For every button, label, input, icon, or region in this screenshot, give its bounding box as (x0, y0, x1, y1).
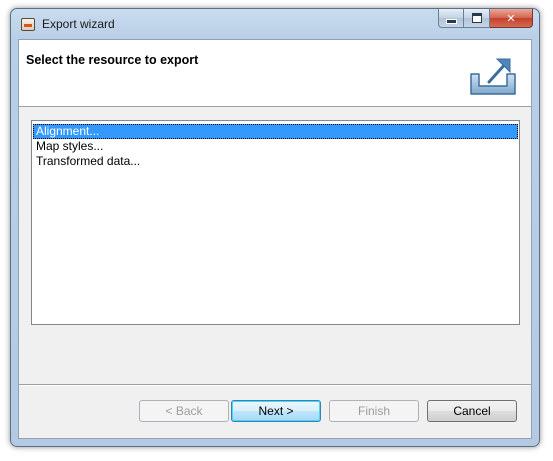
list-item-transformed-data[interactable]: Transformed data... (33, 154, 518, 169)
resource-list[interactable]: Alignment... Map styles... Transformed d… (31, 120, 520, 325)
footer-divider-highlight (19, 385, 531, 386)
list-item-alignment[interactable]: Alignment... (33, 124, 518, 139)
back-button[interactable]: < Back (139, 400, 229, 422)
export-wizard-window: Export wizard ✕ Select the resource to e… (10, 8, 540, 447)
maximize-button[interactable] (464, 9, 490, 28)
title-bar[interactable]: Export wizard ✕ (11, 9, 539, 39)
caption-buttons: ✕ (438, 9, 533, 29)
list-item-map-styles[interactable]: Map styles... (33, 139, 518, 154)
window-title: Export wizard (42, 17, 115, 31)
close-button[interactable]: ✕ (490, 9, 533, 28)
next-button[interactable]: Next > (231, 400, 321, 422)
minimize-button[interactable] (438, 9, 464, 28)
close-icon: ✕ (506, 12, 516, 25)
export-icon (470, 58, 516, 95)
page-title: Select the resource to export (26, 53, 199, 67)
finish-button[interactable]: Finish (329, 400, 419, 422)
minimize-icon (445, 18, 457, 24)
app-icon[interactable] (21, 18, 35, 31)
cancel-button[interactable]: Cancel (427, 400, 517, 422)
maximize-icon (471, 13, 482, 23)
wizard-banner: Select the resource to export (19, 40, 531, 107)
wizard-content: Select the resource to export Alignment.… (18, 39, 532, 439)
